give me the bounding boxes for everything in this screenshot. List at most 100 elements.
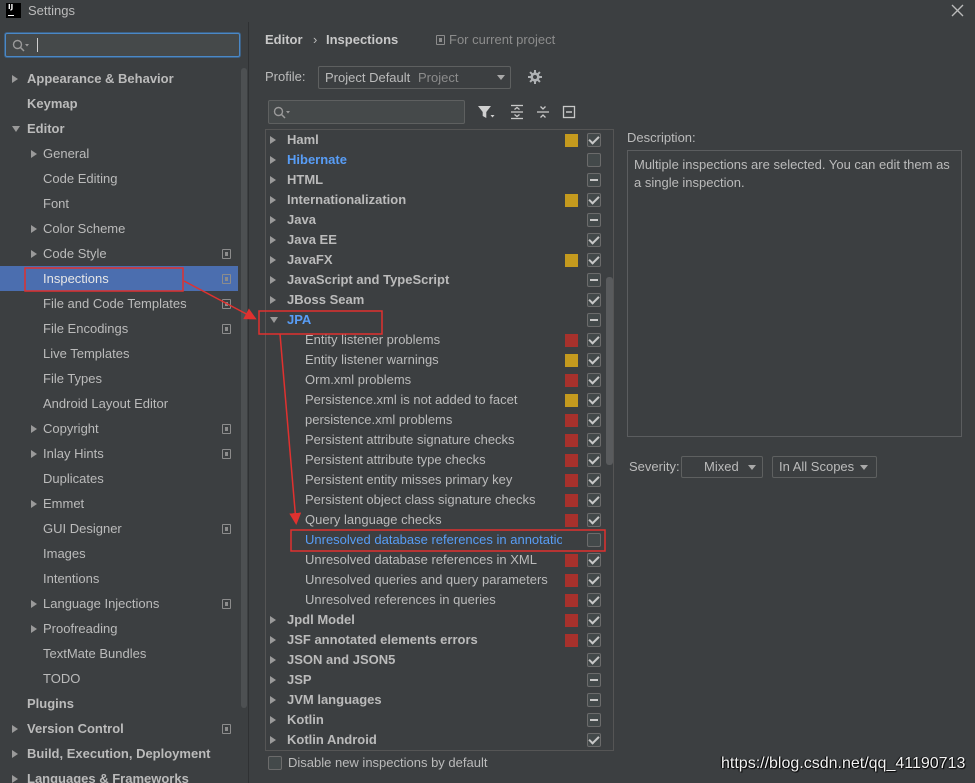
inspection-item-query-language-checks[interactable]: Query language checks xyxy=(266,510,613,530)
sidebar-item-emmet[interactable]: Emmet xyxy=(0,491,238,516)
sidebar-item-textmate-bundles[interactable]: TextMate Bundles xyxy=(0,641,238,666)
enable-checkbox[interactable] xyxy=(587,413,601,427)
minus-square-icon[interactable] xyxy=(562,104,576,120)
enable-checkbox[interactable] xyxy=(587,653,601,667)
disable-new-inspections-checkbox[interactable] xyxy=(268,756,282,770)
profile-dropdown[interactable]: Project Default Project xyxy=(318,66,511,89)
inspection-group-jsp[interactable]: JSP xyxy=(266,670,613,690)
enable-checkbox[interactable] xyxy=(587,133,601,147)
sidebar-item-version-control[interactable]: Version Control xyxy=(0,716,238,741)
enable-checkbox[interactable] xyxy=(587,353,601,367)
sidebar-item-android-layout-editor[interactable]: Android Layout Editor xyxy=(0,391,238,416)
inspection-group-internationalization[interactable]: Internationalization xyxy=(266,190,613,210)
sidebar-item-file-and-code-templates[interactable]: File and Code Templates xyxy=(0,291,238,316)
enable-checkbox[interactable] xyxy=(587,193,601,207)
expand-arrow-icon[interactable] xyxy=(31,499,37,508)
sidebar-item-file-encodings[interactable]: File Encodings xyxy=(0,316,238,341)
inspection-group-jboss-seam[interactable]: JBoss Seam xyxy=(266,290,613,310)
enable-checkbox[interactable] xyxy=(587,673,601,687)
expand-arrow-icon[interactable] xyxy=(270,236,276,244)
enable-checkbox[interactable] xyxy=(587,633,601,647)
inspection-group-jpdl-model[interactable]: Jpdl Model xyxy=(266,610,613,630)
sidebar-item-inlay-hints[interactable]: Inlay Hints xyxy=(0,441,238,466)
enable-checkbox[interactable] xyxy=(587,493,601,507)
expand-arrow-icon[interactable] xyxy=(12,774,18,783)
collapse-arrow-icon[interactable] xyxy=(12,125,20,132)
sidebar-item-general[interactable]: General xyxy=(0,141,238,166)
expand-arrow-icon[interactable] xyxy=(270,716,276,724)
inspection-group-jpa[interactable]: JPA xyxy=(266,310,613,330)
expand-arrow-icon[interactable] xyxy=(270,296,276,304)
enable-checkbox[interactable] xyxy=(587,473,601,487)
expand-arrow-icon[interactable] xyxy=(31,599,37,608)
expand-arrow-icon[interactable] xyxy=(270,676,276,684)
inspection-item-unresolved-database-references-in-annotatio[interactable]: Unresolved database references in annota… xyxy=(266,530,613,550)
expand-arrow-icon[interactable] xyxy=(270,636,276,644)
enable-checkbox[interactable] xyxy=(587,333,601,347)
settings-search-input[interactable] xyxy=(5,33,240,57)
inspection-group-javafx[interactable]: JavaFX xyxy=(266,250,613,270)
inspection-group-kotlin[interactable]: Kotlin xyxy=(266,710,613,730)
enable-checkbox[interactable] xyxy=(587,733,601,747)
enable-checkbox[interactable] xyxy=(587,293,601,307)
expand-arrow-icon[interactable] xyxy=(31,249,37,258)
inspection-item-persistent-object-class-signature-checks[interactable]: Persistent object class signature checks xyxy=(266,490,613,510)
sidebar-item-build-execution-deployment[interactable]: Build, Execution, Deployment xyxy=(0,741,238,766)
enable-checkbox[interactable] xyxy=(587,533,601,547)
enable-checkbox[interactable] xyxy=(587,273,601,287)
expand-arrow-icon[interactable] xyxy=(31,224,37,233)
sidebar-item-font[interactable]: Font xyxy=(0,191,238,216)
gear-icon[interactable] xyxy=(528,70,542,84)
sidebar-item-file-types[interactable]: File Types xyxy=(0,366,238,391)
inspection-item-orm-xml-problems[interactable]: Orm.xml problems xyxy=(266,370,613,390)
expand-arrow-icon[interactable] xyxy=(31,149,37,158)
expand-arrow-icon[interactable] xyxy=(270,616,276,624)
expand-arrow-icon[interactable] xyxy=(270,256,276,264)
enable-checkbox[interactable] xyxy=(587,613,601,627)
sidebar-item-languages-frameworks[interactable]: Languages & Frameworks xyxy=(0,766,238,783)
inspection-group-java-ee[interactable]: Java EE xyxy=(266,230,613,250)
breadcrumb-parent[interactable]: Editor xyxy=(265,30,303,50)
sidebar-item-code-style[interactable]: Code Style xyxy=(0,241,238,266)
inspection-group-json-and-json5[interactable]: JSON and JSON5 xyxy=(266,650,613,670)
enable-checkbox[interactable] xyxy=(587,513,601,527)
sidebar-item-editor[interactable]: Editor xyxy=(0,116,238,141)
collapse-arrow-icon[interactable] xyxy=(270,317,278,323)
enable-checkbox[interactable] xyxy=(587,233,601,247)
sidebar-item-appearance-behavior[interactable]: Appearance & Behavior xyxy=(0,66,238,91)
enable-checkbox[interactable] xyxy=(587,433,601,447)
enable-checkbox[interactable] xyxy=(587,253,601,267)
enable-checkbox[interactable] xyxy=(587,693,601,707)
sidebar-item-plugins[interactable]: Plugins xyxy=(0,691,238,716)
tree-scrollbar[interactable] xyxy=(606,277,613,465)
enable-checkbox[interactable] xyxy=(587,593,601,607)
expand-all-icon[interactable] xyxy=(510,104,524,120)
expand-arrow-icon[interactable] xyxy=(12,74,18,83)
expand-arrow-icon[interactable] xyxy=(270,196,276,204)
sidebar-item-copyright[interactable]: Copyright xyxy=(0,416,238,441)
inspection-item-entity-listener-problems[interactable]: Entity listener problems xyxy=(266,330,613,350)
sidebar-item-duplicates[interactable]: Duplicates xyxy=(0,466,238,491)
severity-dropdown[interactable]: Mixed xyxy=(681,456,763,478)
inspection-group-hibernate[interactable]: Hibernate xyxy=(266,150,613,170)
expand-arrow-icon[interactable] xyxy=(31,449,37,458)
expand-arrow-icon[interactable] xyxy=(270,736,276,744)
inspection-item-unresolved-queries-and-query-parameters[interactable]: Unresolved queries and query parameters xyxy=(266,570,613,590)
filter-icon[interactable] xyxy=(477,104,495,120)
expand-arrow-icon[interactable] xyxy=(270,176,276,184)
inspection-group-jsf-annotated-elements-errors[interactable]: JSF annotated elements errors xyxy=(266,630,613,650)
inspection-item-entity-listener-warnings[interactable]: Entity listener warnings xyxy=(266,350,613,370)
expand-arrow-icon[interactable] xyxy=(12,749,18,758)
expand-arrow-icon[interactable] xyxy=(270,656,276,664)
sidebar-item-images[interactable]: Images xyxy=(0,541,238,566)
scope-dropdown[interactable]: In All Scopes xyxy=(772,456,877,478)
sidebar-item-todo[interactable]: TODO xyxy=(0,666,238,691)
inspection-group-javascript-and-typescript[interactable]: JavaScript and TypeScript xyxy=(266,270,613,290)
enable-checkbox[interactable] xyxy=(587,313,601,327)
sidebar-item-gui-designer[interactable]: GUI Designer xyxy=(0,516,238,541)
enable-checkbox[interactable] xyxy=(587,153,601,167)
inspection-item-unresolved-references-in-queries[interactable]: Unresolved references in queries xyxy=(266,590,613,610)
inspection-group-kotlin-android[interactable]: Kotlin Android xyxy=(266,730,613,750)
sidebar-item-intentions[interactable]: Intentions xyxy=(0,566,238,591)
sidebar-scrollbar[interactable] xyxy=(241,68,247,708)
